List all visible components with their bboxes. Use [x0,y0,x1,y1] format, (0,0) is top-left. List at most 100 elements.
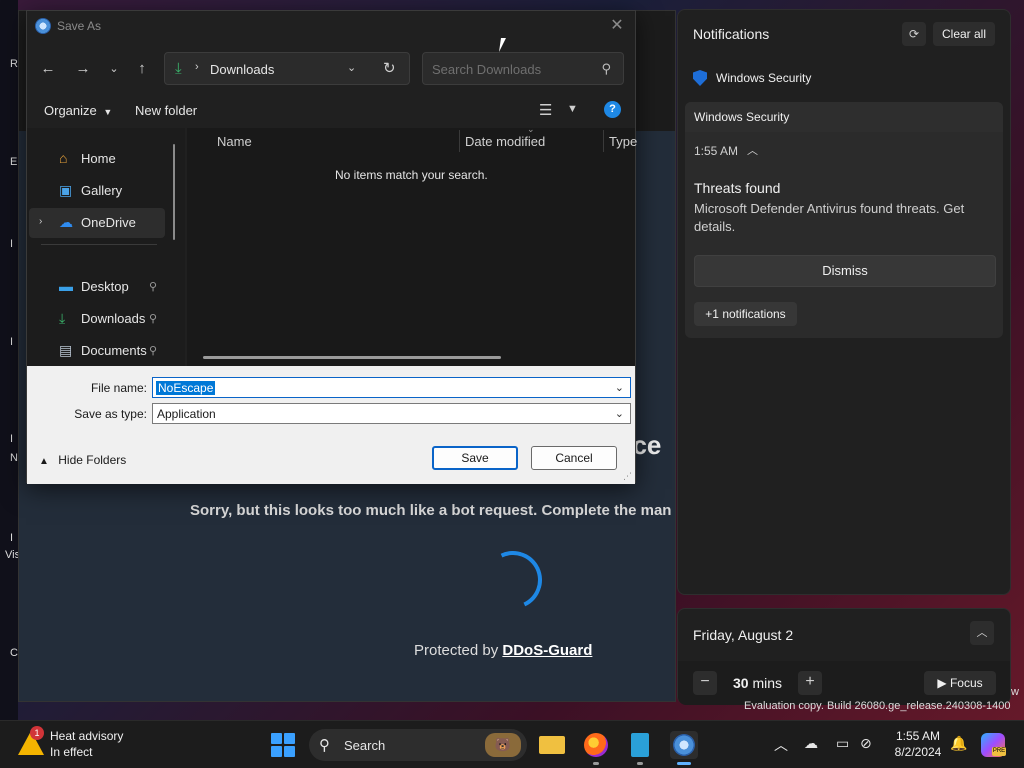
dialog-titlebar[interactable]: Save As ✕ [27,11,635,41]
pin-icon[interactable]: ⚲ [149,312,157,325]
display-icon[interactable]: ▭ [836,735,849,752]
bell-icon[interactable]: 🔔 [950,735,967,752]
view-options-icon[interactable]: ☰ [539,101,552,119]
chrome-icon[interactable] [670,731,698,765]
bot-check-message: Sorry, but this looks too much like a bo… [190,502,672,519]
start-tile [271,746,282,757]
shield-icon [693,70,707,86]
network-icon[interactable]: ⊘ [860,735,872,752]
column-header-date-modified[interactable]: Date modified [465,134,545,149]
column-header-type[interactable]: Type [609,134,637,149]
desktop-icon-label[interactable]: N [10,452,18,464]
firefox-shape [584,733,608,757]
chevron-down-icon[interactable]: ⌄ [615,381,624,394]
taskbar: 1 Heat advisory In effect ⚲ Search 🐻 ︿ ☁… [0,720,1024,768]
collapse-chevron-icon[interactable]: ︿ [747,142,758,158]
new-folder-button[interactable]: New folder [135,103,197,118]
firefox-icon[interactable] [582,731,610,765]
save-type-select[interactable]: Application ⌄ [152,403,631,424]
column-separator[interactable] [459,130,460,152]
organize-button[interactable]: Organize ▼ [44,103,112,118]
search-placeholder: Search Downloads [432,62,542,77]
nav-item-desktop[interactable]: ▬ Desktop ⚲ [29,272,165,302]
protected-by-text: Protected by DDoS-Guard [414,642,592,659]
clock-date[interactable]: 8/2/2024 [890,745,946,759]
search-highlight-icon: 🐻 [485,733,521,757]
up-arrow-icon[interactable]: ↑ [129,57,155,81]
save-button[interactable]: Save [432,446,518,470]
refresh-icon[interactable]: ↻ [383,59,396,77]
ddos-guard-link[interactable]: DDoS-Guard [502,642,592,659]
recent-locations-chevron-icon[interactable]: ⌄ [101,57,127,81]
forward-arrow-icon[interactable]: → [70,57,96,81]
pre-badge-icon: PRE [992,747,1006,756]
clock-time[interactable]: 1:55 AM [890,729,946,743]
chevron-up-icon: ▲ [39,456,49,467]
running-indicator [593,762,599,765]
breadcrumb-chevron-icon[interactable]: › [195,61,199,73]
weather-title[interactable]: Heat advisory [50,729,123,743]
navigation-bar: ← → ⌄ ↑ ⤓ › Downloads ⌄ ↻ Search Downloa… [27,51,635,87]
search-icon: ⚲ [319,737,330,754]
file-name-field[interactable]: NoEscape ⌄ [152,377,631,398]
dismiss-button[interactable]: Dismiss [694,255,996,287]
help-icon[interactable]: ? [604,101,621,118]
nav-item-home[interactable]: ⌂ Home [29,144,165,174]
address-bar[interactable]: ⤓ › Downloads ⌄ ↻ [164,52,410,85]
chrome-app-icon [35,18,51,34]
search-input[interactable]: Search Downloads ⚲ [422,52,624,85]
desktop-icon-label[interactable]: C [10,647,18,659]
nav-item-label: Home [81,151,116,166]
notepad-icon[interactable] [626,731,654,765]
file-name-label: File name: [90,381,147,395]
focus-button[interactable]: ▶ Focus [924,671,996,695]
chevron-down-icon[interactable]: ⌄ [615,407,624,420]
nav-item-onedrive[interactable]: › ☁ OneDrive [29,208,165,238]
desktop-icon-label[interactable]: E [10,156,18,168]
chevron-down-icon[interactable]: ⌄ [347,61,356,74]
start-windows-icon[interactable] [271,733,295,757]
file-explorer-icon[interactable] [538,731,566,759]
desktop-icon-label[interactable]: I [10,532,18,544]
desktop-icon-label[interactable]: R [10,58,18,70]
back-arrow-icon[interactable]: ← [35,57,61,81]
breadcrumb-downloads[interactable]: Downloads [210,62,274,77]
more-notifications-button[interactable]: +1 notifications [694,302,797,326]
expand-chevron-icon[interactable]: › [39,216,42,227]
nav-item-documents[interactable]: ▤ Documents ⚲ [29,336,165,366]
clear-all-button[interactable]: Clear all [933,22,995,46]
notification-title: Threats found [694,180,781,196]
column-header-name[interactable]: Name [217,134,252,149]
pin-icon[interactable]: ⚲ [149,280,157,293]
desktop-icon-label[interactable]: I [10,433,18,445]
column-separator[interactable] [603,130,604,152]
home-icon: ⌂ [59,150,68,166]
nav-item-downloads[interactable]: ⤓ Downloads ⚲ [29,304,165,334]
horizontal-scrollbar[interactable] [203,356,501,359]
notification-card[interactable]: Windows Security 1:55 AM ︿ Threats found… [685,102,1003,338]
hide-folders-button[interactable]: ▲ Hide Folders [39,453,126,467]
search-icon[interactable]: ⚲ [601,61,611,77]
caret-down-icon[interactable]: ▼ [567,103,578,115]
tray-overflow-chevron-icon[interactable]: ︿ [774,735,788,755]
increase-focus-button[interactable]: + [798,671,822,695]
cancel-button[interactable]: Cancel [531,446,617,470]
weather-subtitle[interactable]: In effect [50,745,92,759]
nav-item-label: OneDrive [81,215,136,230]
do-not-disturb-icon[interactable]: ⟳ [902,22,926,46]
resize-grip-icon[interactable]: ⋰ [623,471,632,482]
desktop-icon-label[interactable]: Vis [5,549,18,561]
nav-item-label: Documents [81,343,147,358]
taskbar-search[interactable]: ⚲ Search 🐻 [309,729,527,761]
desktop-edge [0,0,18,720]
pin-icon[interactable]: ⚲ [149,344,157,357]
onedrive-offline-icon[interactable]: ☁ [804,735,818,752]
close-icon[interactable]: ✕ [605,15,629,37]
chevron-up-icon[interactable]: ︿ [970,621,994,645]
decrease-focus-button[interactable]: − [693,671,717,695]
desktop-icon-label[interactable]: I [10,238,18,250]
desktop-icon-label[interactable]: I [10,336,18,348]
protected-prefix: Protected by [414,642,499,659]
nav-pane-scrollbar[interactable] [173,144,175,240]
nav-item-gallery[interactable]: ▣ Gallery [29,176,165,206]
